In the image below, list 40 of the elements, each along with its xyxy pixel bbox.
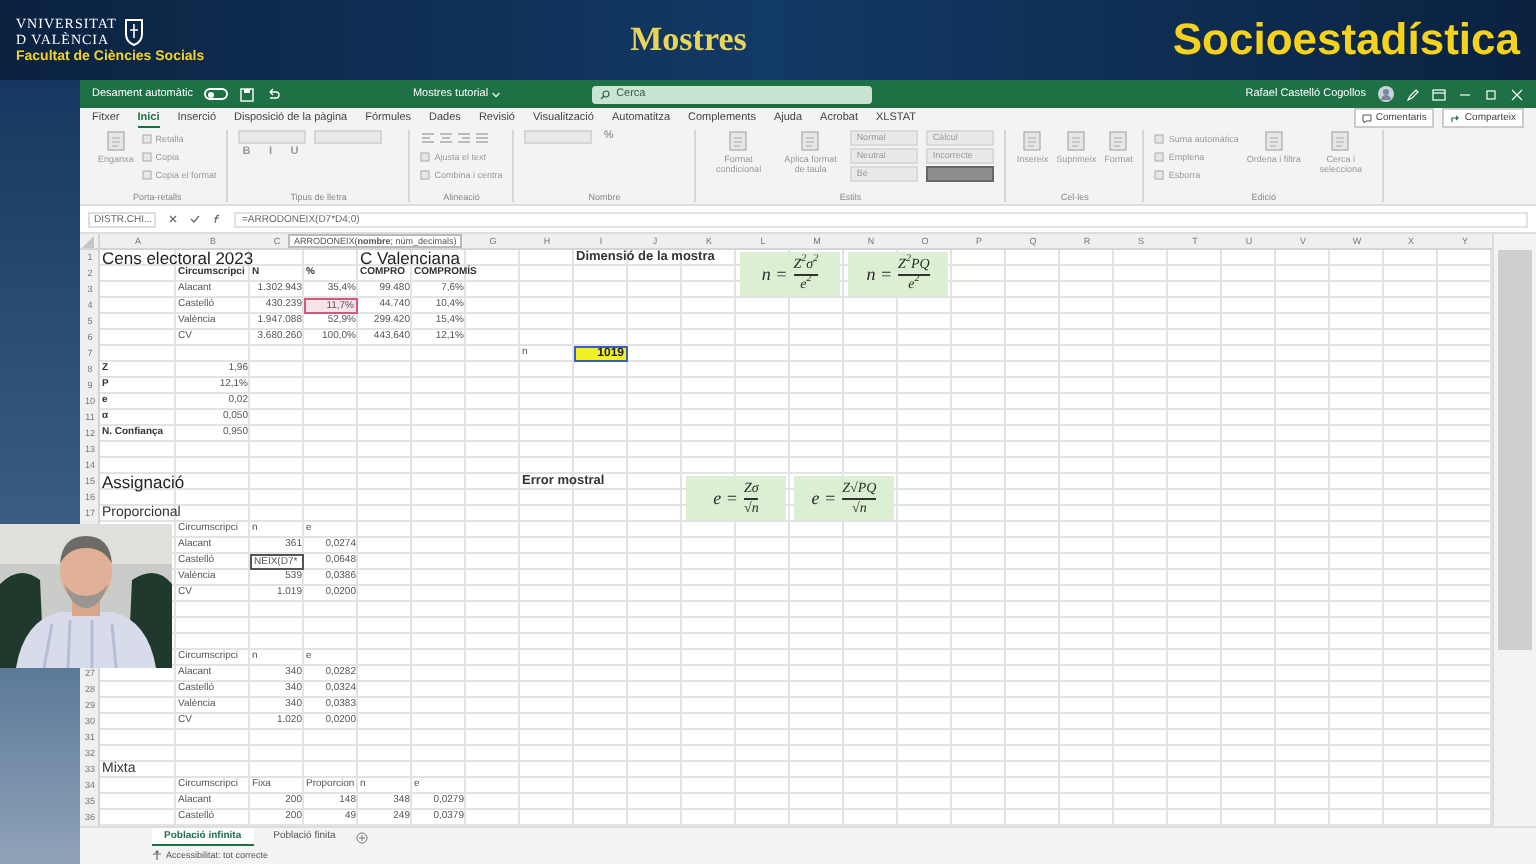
brand-title: Socioestadística [1172, 14, 1520, 66]
layout-icon[interactable] [1432, 87, 1446, 101]
function-icon[interactable] [212, 214, 222, 224]
close-icon[interactable] [1510, 87, 1524, 101]
formula-text: n = [866, 264, 893, 284]
square-icon [420, 151, 431, 161]
avatar-icon[interactable] [1378, 86, 1394, 102]
add-sheet-icon[interactable] [355, 831, 368, 843]
style-swatch[interactable] [926, 166, 995, 182]
dropdown-field[interactable] [238, 130, 307, 144]
undo-icon[interactable] [266, 87, 281, 101]
square-icon [420, 169, 431, 179]
pen-icon[interactable] [1406, 87, 1420, 101]
square-icon [141, 133, 152, 143]
restore-icon[interactable] [1484, 87, 1498, 101]
square-icon [141, 169, 152, 179]
emblem-icon [124, 18, 145, 46]
formula-text: n = [761, 264, 788, 284]
sheet-title: Assignació [100, 474, 187, 490]
cancel-icon[interactable] [168, 214, 178, 224]
formula-text: e = [811, 488, 837, 508]
sheet-title: C Valenciana [358, 250, 460, 266]
square-icon [1154, 133, 1165, 143]
square-icon [1154, 151, 1165, 161]
comment-icon [1361, 113, 1372, 123]
square-icon [141, 151, 152, 161]
video-title: Mostres [630, 20, 747, 60]
share-icon [1450, 113, 1461, 123]
dropdown-field[interactable] [314, 130, 383, 144]
autosave-toggle[interactable] [204, 88, 229, 100]
formula-text: e = [713, 488, 738, 508]
square-icon [1154, 169, 1165, 179]
dropdown-field[interactable] [524, 130, 593, 144]
sheet-title: Cens electoral 2023 [100, 250, 254, 266]
caret-icon[interactable] [492, 91, 501, 97]
check-icon[interactable] [190, 214, 200, 224]
search-icon [600, 89, 611, 99]
scrollbar[interactable] [1492, 234, 1536, 826]
accessibility-icon [152, 850, 162, 860]
save-icon[interactable] [240, 87, 255, 101]
